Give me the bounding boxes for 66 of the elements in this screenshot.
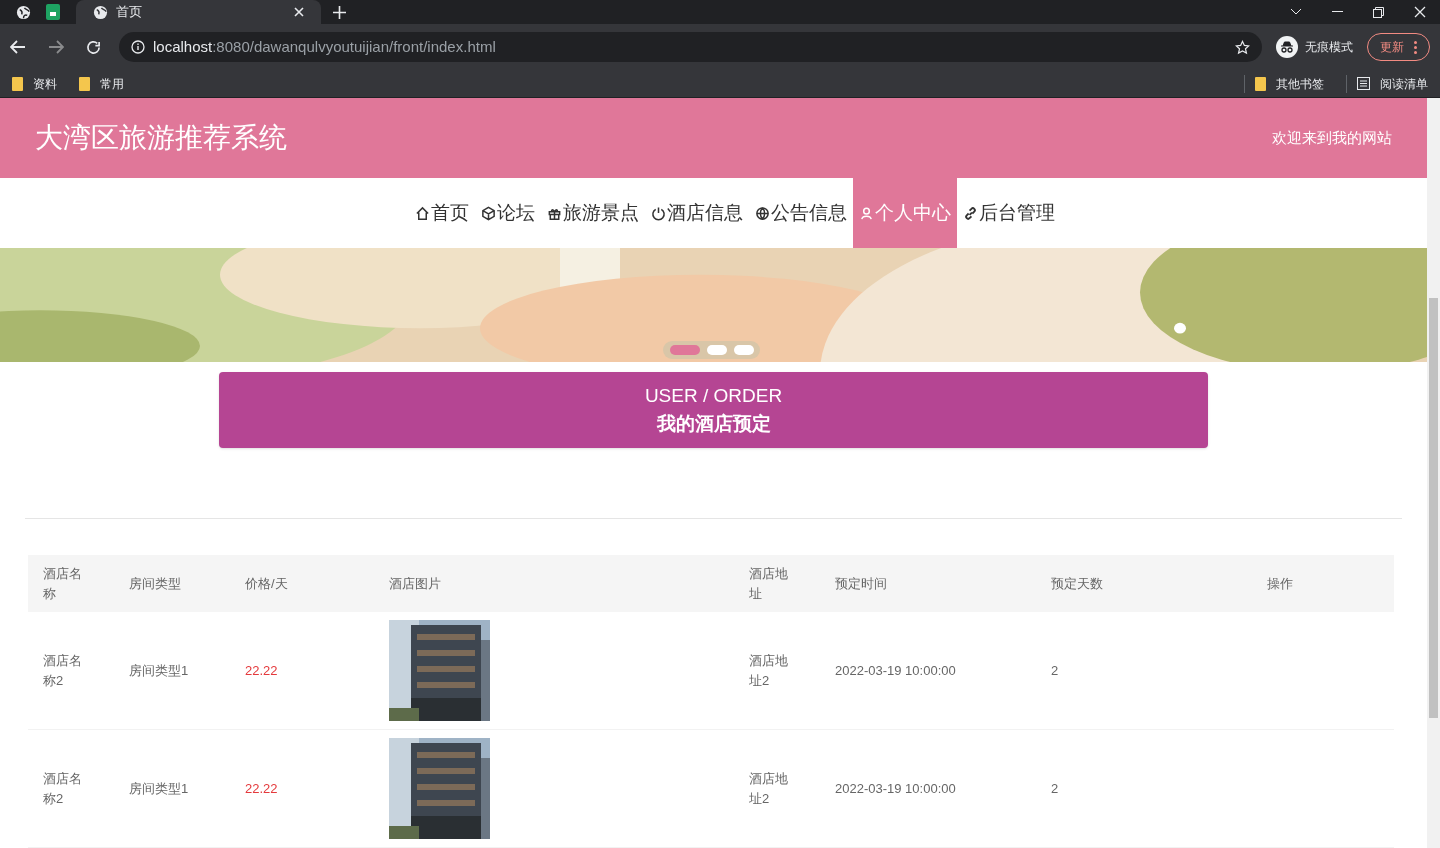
site-title: 大湾区旅游推荐系统 [35,121,287,155]
star-icon[interactable] [1235,39,1250,55]
restore-icon[interactable] [1373,6,1384,18]
incognito-label: 无痕模式 [1305,39,1353,56]
cube-icon [480,205,496,221]
folder-icon [12,76,23,91]
table-cell: 2 [1051,780,1059,796]
price-text: 22.22 [245,780,278,796]
url-text: localhost:8080/dawanqulvyoutuijian/front/index.html [153,36,497,57]
user-icon [858,205,874,221]
back-icon[interactable] [10,40,26,54]
chevron-down-icon[interactable] [1290,8,1302,16]
minimize-icon[interactable] [1332,11,1343,13]
table-cell: 2022-03-19 10:00:00 [835,662,956,678]
section-title-cn: 我的酒店预定 [656,412,771,436]
table-cell: 酒店名称2 [43,770,82,806]
nav-link[interactable]: 后台管理 [956,178,1061,248]
incognito-icon [1276,36,1298,58]
table-cell: 酒店名称2 [43,652,82,688]
bookmark-item[interactable]: 阅读清单 [1346,74,1428,93]
section-title-en: USER / ORDER [644,384,783,408]
folder-icon [79,76,90,91]
address-bar[interactable]: localhost:8080/dawanqulvyoutuijian/front/index.html [119,32,1262,62]
table-cell: 房间类型1 [129,780,189,796]
table-cell: 酒店地址2 [749,652,788,688]
table-cell: 酒店地址2 [749,770,788,806]
column-header: 酒店地址 [749,565,788,601]
column-header: 酒店图片 [389,575,441,591]
column-header: 预定天数 [1051,575,1103,591]
info-icon [131,40,145,54]
nav-link[interactable]: 论坛 [474,178,541,248]
table-cell: 2022-03-19 10:00:00 [835,780,956,796]
scrollbar[interactable] [1427,98,1440,848]
welcome-text: 欢迎来到我的网站 [1272,127,1392,148]
column-header: 价格/天 [245,575,288,591]
bookmark-folder[interactable]: 资料 [12,74,57,93]
close-icon[interactable] [294,7,304,17]
nav-link[interactable]: 公告信息 [748,178,853,248]
nav-link[interactable]: 旅游景点 [540,178,645,248]
tab-title: 首页 [116,3,143,22]
price-text: 22.22 [245,662,278,678]
column-header: 预定时间 [835,575,887,591]
bookmark-folder[interactable]: 常用 [79,74,124,93]
bookmark-item[interactable]: 其他书签 [1244,74,1324,93]
globe-icon [93,4,108,20]
column-header: 酒店名称 [43,565,82,601]
column-header: 操作 [1267,575,1293,591]
reload-icon[interactable] [86,39,101,55]
plus-icon[interactable] [333,6,346,19]
globe-icon [754,205,770,221]
nav-link[interactable]: 酒店信息 [644,178,749,248]
nav-link[interactable]: 首页 [408,178,475,248]
globe-icon[interactable] [15,4,31,20]
folder-icon [1255,76,1266,91]
forward-icon[interactable] [48,40,64,54]
power-icon [650,205,666,221]
spreadsheet-icon[interactable] [46,4,60,20]
table-cell: 房间类型1 [129,662,189,678]
table-cell: 2 [1051,662,1059,678]
browser-tab[interactable]: 首页 [76,0,321,24]
home-icon [414,205,430,221]
column-header: 房间类型 [129,575,181,591]
close-icon[interactable] [1414,6,1426,18]
more-icon [1414,40,1417,54]
list-icon [1357,77,1370,90]
link-icon [962,205,978,221]
